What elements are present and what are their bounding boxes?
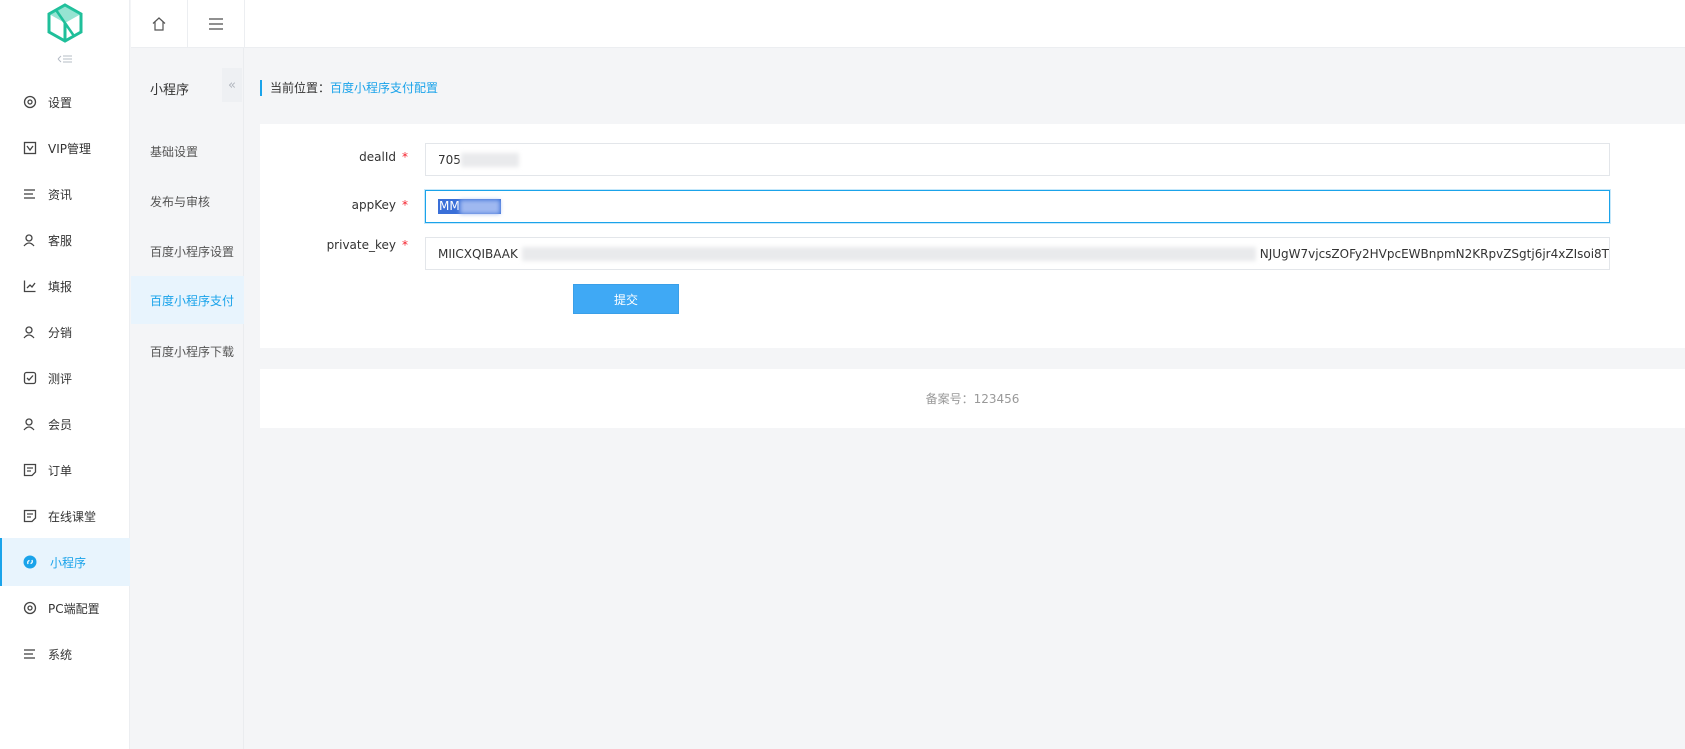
gear-icon: [23, 601, 37, 615]
list-icon: [23, 647, 37, 661]
sidebar-item-label: 会员: [48, 417, 73, 432]
breadcrumb-prefix: 当前位置：: [270, 81, 331, 95]
sidebar-item-1[interactable]: VIP管理: [0, 124, 130, 172]
gear-icon: [23, 95, 37, 109]
sidebar-item-label: 设置: [48, 95, 73, 110]
collapse-sidebar-icon[interactable]: [57, 54, 73, 64]
required-mark: *: [402, 198, 408, 212]
subnav-item-4[interactable]: 百度小程序下载: [131, 327, 244, 375]
logo-icon[interactable]: [44, 2, 86, 44]
sidebar-item-label: 填报: [48, 279, 73, 294]
sidebar-item-label: VIP管理: [48, 141, 91, 156]
document-icon: [23, 509, 37, 523]
sidebar-item-5[interactable]: 分销: [0, 308, 130, 356]
sidebar-item-label: 资讯: [48, 187, 73, 202]
subnav-item-0[interactable]: 基础设置: [131, 127, 244, 175]
sidebar-item-3[interactable]: 客服: [0, 216, 130, 264]
sidebar-item-0[interactable]: 设置: [0, 78, 130, 126]
chart-icon: [23, 279, 37, 293]
sidebar-item-label: 在线课堂: [48, 509, 97, 524]
sidebar-item-12[interactable]: 系统: [0, 630, 130, 678]
sidebar-item-label: 分销: [48, 325, 73, 340]
sidebar-item-6[interactable]: 测评: [0, 354, 130, 402]
required-mark: *: [402, 150, 408, 164]
appkey-input[interactable]: MM: [425, 190, 1610, 223]
sidebar-item-label: 测评: [48, 371, 73, 386]
private-key-label: private_key *: [326, 238, 408, 252]
top-bar: [131, 0, 1685, 48]
subnav-item-2[interactable]: 百度小程序设置: [131, 227, 244, 275]
sidebar-item-2[interactable]: 资讯: [0, 170, 130, 218]
user-icon: [23, 325, 37, 339]
collapse-subnav-button[interactable]: «: [222, 68, 242, 102]
sidebar-item-label: PC端配置: [48, 601, 100, 616]
selected-text: MM: [438, 199, 501, 214]
document-icon: [23, 463, 37, 477]
check-icon: [23, 371, 37, 385]
menu-toggle-button[interactable]: [188, 0, 245, 47]
sidebar-item-11[interactable]: PC端配置: [0, 584, 130, 632]
sidebar-item-label: 系统: [48, 647, 73, 662]
hamburger-icon: [209, 17, 223, 30]
user-icon: [23, 233, 37, 247]
dealid-input[interactable]: 705: [425, 143, 1610, 176]
subnav-item-3[interactable]: 百度小程序支付: [131, 276, 244, 324]
subnav-item-1[interactable]: 发布与审核: [131, 177, 244, 225]
required-mark: *: [402, 238, 408, 252]
sidebar-item-label: 小程序: [50, 555, 87, 570]
icp-record: 备案号：123456: [925, 392, 1020, 406]
redacted-value: [460, 152, 519, 167]
private-key-input[interactable]: MIICXQIBAAK NJUgW7vjcsZOFy2HVpcEWBnpmN2K…: [425, 237, 1610, 270]
user-icon: [23, 417, 37, 431]
sidebar-item-label: 订单: [48, 463, 73, 478]
list-icon: [23, 187, 37, 201]
submit-button[interactable]: 提交: [573, 284, 679, 314]
dealid-label: dealId *: [359, 150, 408, 164]
home-button[interactable]: [131, 0, 188, 47]
sidebar-item-4[interactable]: 填报: [0, 262, 130, 310]
vip-icon: [23, 141, 37, 155]
sidebar-item-10[interactable]: 小程序: [0, 538, 130, 586]
home-icon: [152, 16, 166, 31]
miniapp-icon: [23, 555, 37, 569]
appkey-label: appKey *: [351, 198, 408, 212]
redacted-value: [521, 246, 1256, 261]
sidebar-item-8[interactable]: 订单: [0, 446, 130, 494]
sidebar-item-label: 客服: [48, 233, 73, 248]
footer: 备案号：123456: [260, 369, 1685, 428]
sidebar-item-7[interactable]: 会员: [0, 400, 130, 448]
subnav-title: 小程序: [150, 83, 190, 98]
breadcrumb-current[interactable]: 百度小程序支付配置: [330, 81, 438, 95]
breadcrumb: 当前位置：百度小程序支付配置: [260, 80, 438, 96]
redacted-value: [459, 199, 500, 214]
sidebar-item-9[interactable]: 在线课堂: [0, 492, 130, 540]
